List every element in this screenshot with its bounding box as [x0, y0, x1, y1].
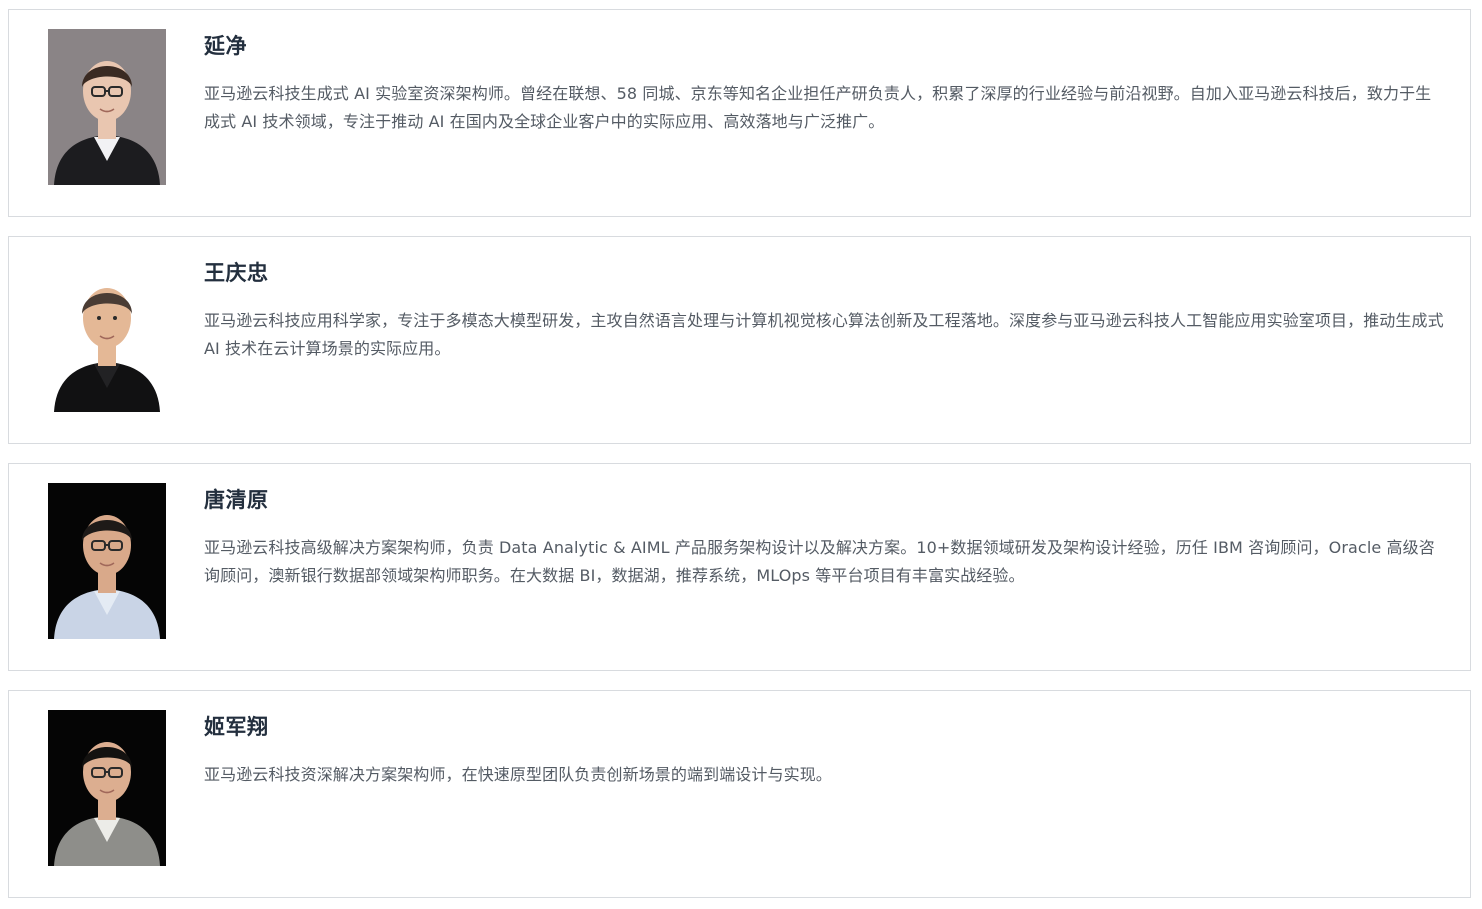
speaker-info: 王庆忠 亚马逊云科技应用科学家，专注于多模态大模型研发，主攻自然语言处理与计算机… — [204, 258, 1446, 363]
speaker-bio: 亚马逊云科技应用科学家，专注于多模态大模型研发，主攻自然语言处理与计算机视觉核心… — [204, 311, 1444, 358]
speaker-photo — [48, 483, 166, 639]
speaker-name: 唐清原 — [204, 488, 269, 512]
speaker-name: 姬军翔 — [204, 715, 269, 739]
speaker-bio: 亚马逊云科技生成式 AI 实验室资深架构师。曾经在联想、58 同城、京东等知名企… — [204, 84, 1432, 131]
speaker-info: 姬军翔 亚马逊云科技资深解决方案架构师，在快速原型团队负责创新场景的端到端设计与… — [204, 712, 1446, 789]
speaker-info: 延净 亚马逊云科技生成式 AI 实验室资深架构师。曾经在联想、58 同城、京东等… — [204, 31, 1446, 136]
speaker-photo — [48, 256, 166, 412]
speaker-name: 王庆忠 — [204, 261, 269, 285]
speaker-card: 唐清原 亚马逊云科技高级解决方案架构师，负责 Data Analytic & A… — [8, 463, 1471, 671]
speaker-bio: 亚马逊云科技高级解决方案架构师，负责 Data Analytic & AIML … — [204, 538, 1435, 585]
speaker-info: 唐清原 亚马逊云科技高级解决方案架构师，负责 Data Analytic & A… — [204, 485, 1446, 590]
speaker-card: 延净 亚马逊云科技生成式 AI 实验室资深架构师。曾经在联想、58 同城、京东等… — [8, 9, 1471, 217]
speaker-photo — [48, 710, 166, 866]
speaker-card: 姬军翔 亚马逊云科技资深解决方案架构师，在快速原型团队负责创新场景的端到端设计与… — [8, 690, 1471, 898]
speaker-photo — [48, 29, 166, 185]
speaker-name: 延净 — [204, 34, 247, 58]
speaker-bio: 亚马逊云科技资深解决方案架构师，在快速原型团队负责创新场景的端到端设计与实现。 — [204, 765, 832, 784]
speaker-list: 延净 亚马逊云科技生成式 AI 实验室资深架构师。曾经在联想、58 同城、京东等… — [8, 9, 1471, 898]
speaker-card: 王庆忠 亚马逊云科技应用科学家，专注于多模态大模型研发，主攻自然语言处理与计算机… — [8, 236, 1471, 444]
